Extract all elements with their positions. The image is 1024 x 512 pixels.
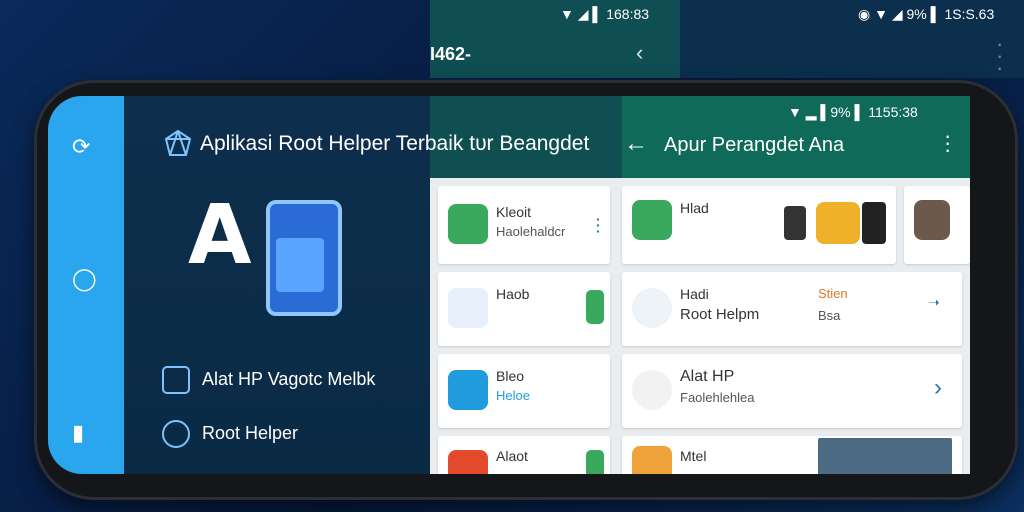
recent-apps-icon[interactable]: ▮ [72,420,84,446]
menu-item-root-helper[interactable]: Root Helper [162,420,298,448]
magnifier-icon [632,370,672,410]
phone-green-icon [632,200,672,240]
card-title: Kleoit [496,204,532,220]
share-icon[interactable]: ⟳ [72,134,90,160]
list-card[interactable]: Alat HP Faolehlehlea › [622,354,962,428]
card-title: Mtel [680,448,707,464]
home-circle-icon[interactable]: ◯ [72,266,97,292]
list-card[interactable]: Hlad [622,186,896,264]
card-title: Haob [496,286,530,302]
list-card[interactable]: Alaot [438,436,610,474]
tile-orange-icon [632,446,672,474]
card-extra: Bsa [818,308,841,323]
card-title: Alaot [496,448,528,464]
content-area: Kleoit Haolehaldcr · · · Haob Bleo Heloe A… [430,178,970,474]
card-extra: Stien [818,286,848,301]
colorful-apps-icon [816,202,860,244]
app-title: Aplikasi Root Helper Terbaik tυr Beangde… [200,132,590,155]
card-title: Bleo [496,368,525,384]
globe-icon [632,288,672,328]
card-title: Hadi [680,286,709,302]
list-card[interactable]: Haob [438,272,610,346]
gear-blue-icon [448,288,488,328]
background-status-bar: ▼ ◢ ▌ 168:83 [560,6,650,22]
phone-icon [862,202,886,244]
page-title: Apur Perangdet Ana [664,134,845,156]
card-title: Alat HP [680,368,735,385]
back-arrow-icon[interactable]: ← [624,130,648,158]
check-circle-icon [162,420,190,448]
menu-item-label: Root Helper [202,422,299,443]
mail-box-icon [266,200,342,316]
chevron-right-icon[interactable]: › [934,374,942,402]
more-vertical-icon[interactable]: · · · [596,212,601,238]
photo-icon [914,200,950,240]
more-vertical-icon[interactable]: · · · [944,125,951,161]
shield-blue-icon [448,370,488,410]
tools-icon [162,366,190,394]
card-subtitle: Faolehlehlea [680,390,755,405]
status-bar: ▼ ▂ ▌9% ▌ 1155:38 [788,104,918,120]
background-status-bar-right: ◉ ▼ ◢ 9% ▌ 1S:S.63 [858,6,995,22]
card-title: Hlad [680,200,709,216]
list-card[interactable] [904,186,970,264]
navigation-strip: ⟳ ◯ ▮ [48,96,124,474]
card-subtitle: Heloe [496,388,530,403]
list-card[interactable]: Bleo Heloe [438,354,610,428]
logo-letter: A [188,188,252,283]
menu-item-label: Alat HP Vagotc Melbk [202,368,376,389]
list-card[interactable]: Mtel [622,436,962,474]
link-icon[interactable]: ➝ [928,294,940,311]
toggle-pill[interactable] [586,290,604,324]
preview-image [818,438,952,474]
phone-icon [784,206,806,240]
list-card[interactable]: Hadi Root Helpm Stien Bsa ➝ [622,272,962,346]
list-card[interactable]: Kleoit Haolehaldcr · · · [438,186,610,264]
toggle-pill[interactable] [586,450,604,474]
background-title: I462- [430,44,472,64]
card-subtitle: Haolehaldcr [496,224,566,239]
app-logo-icon [164,129,192,156]
menu-item-tools[interactable]: Alat HP Vagotc Melbk [162,366,375,394]
gear-red-icon [448,450,488,474]
vertical-dots-icon[interactable]: · · · [996,33,1003,79]
phone-screen: ⟳ ◯ ▮ Aplikasi Root Helper Terbaik tυr B… [48,96,970,474]
card-subtitle: Root Helpm [680,306,760,323]
tablet-green-icon [448,204,488,244]
chevron-left-icon[interactable]: ‹ [636,40,643,66]
